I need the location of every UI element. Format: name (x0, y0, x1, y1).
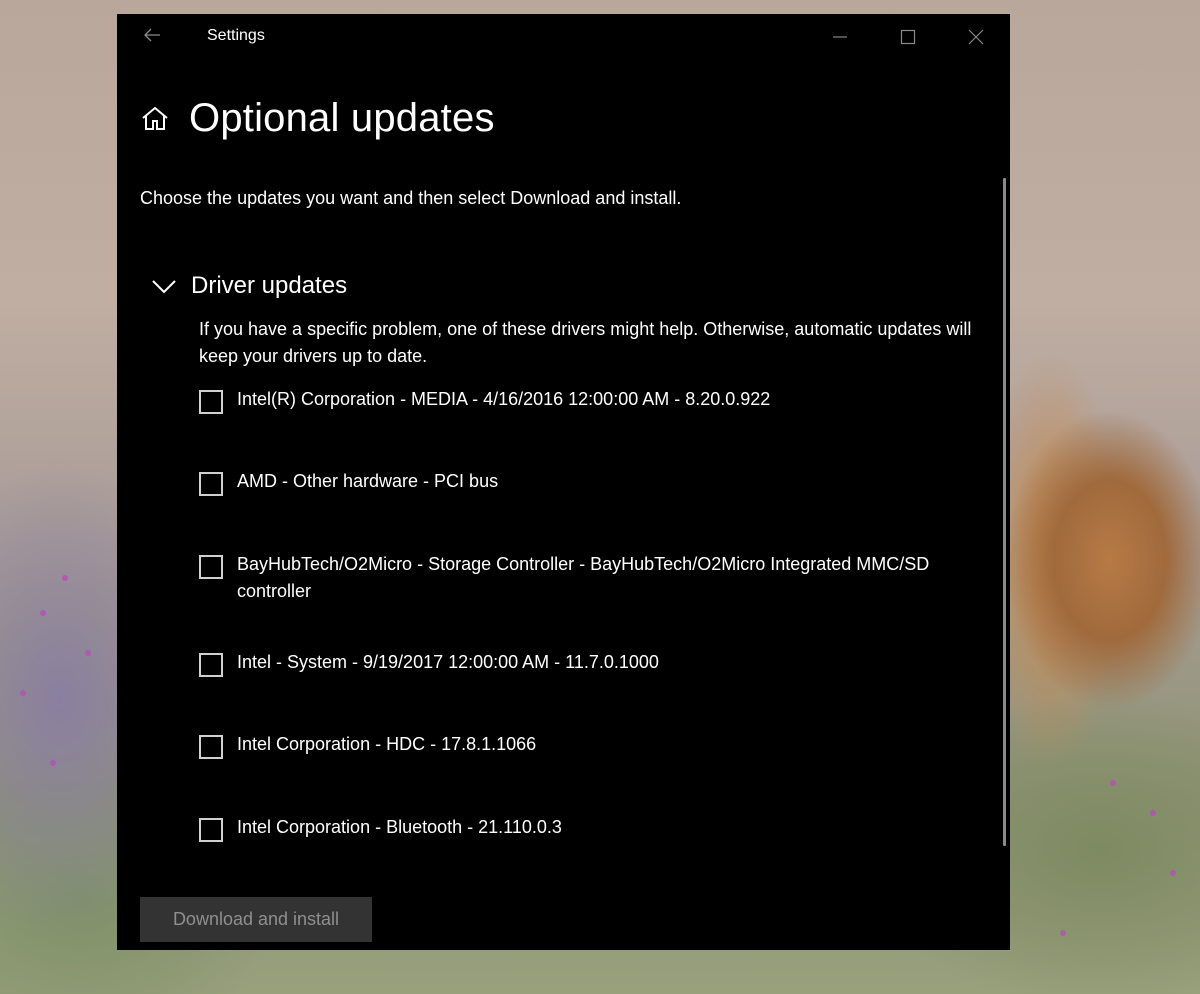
wallpaper-flower (1060, 930, 1066, 936)
driver-item[interactable]: Intel Corporation - Bluetooth - 21.110.0… (199, 814, 957, 842)
driver-label: Intel(R) Corporation - MEDIA - 4/16/2016… (237, 389, 771, 409)
driver-label: Intel - System - 9/19/2017 12:00:00 AM -… (237, 652, 659, 672)
wallpaper-flower (1110, 780, 1116, 786)
page-intro: Choose the updates you want and then sel… (140, 188, 682, 208)
chevron-down-icon (152, 280, 176, 294)
wallpaper-flower (20, 690, 26, 696)
download-and-install-button[interactable]: Download and install (140, 897, 372, 942)
back-button[interactable] (139, 24, 165, 50)
maximize-icon (900, 29, 916, 45)
arrow-left-icon (144, 28, 160, 42)
driver-label: Intel Corporation - HDC - 17.8.1.1066 (237, 734, 537, 754)
close-button[interactable] (953, 22, 999, 52)
app-title: Settings (207, 27, 265, 44)
driver-label: AMD - Other hardware - PCI bus (237, 471, 499, 491)
driver-checkbox[interactable] (199, 555, 223, 579)
page-header: Optional updates (139, 96, 495, 141)
settings-window: Settings Optional updates Choose the upd… (117, 14, 1010, 950)
driver-checkbox[interactable] (199, 818, 223, 842)
vertical-scrollbar[interactable] (1003, 178, 1006, 846)
driver-item[interactable]: Intel Corporation - HDC - 17.8.1.1066 (199, 731, 957, 759)
driver-item[interactable]: BayHubTech/O2Micro - Storage Controller … (199, 551, 957, 605)
driver-label: Intel Corporation - Bluetooth - 21.110.0… (237, 817, 562, 837)
wallpaper-flower (40, 610, 46, 616)
minimize-icon (833, 36, 847, 38)
wallpaper-flower (1150, 810, 1156, 816)
driver-updates-description: If you have a specific problem, one of t… (199, 319, 972, 366)
wallpaper-flower (62, 575, 68, 581)
driver-item[interactable]: Intel(R) Corporation - MEDIA - 4/16/2016… (199, 386, 957, 414)
minimize-button[interactable] (817, 22, 863, 52)
driver-label: BayHubTech/O2Micro - Storage Controller … (237, 554, 930, 601)
home-icon[interactable] (139, 103, 171, 135)
wallpaper-flower (50, 760, 56, 766)
driver-item[interactable]: Intel - System - 9/19/2017 12:00:00 AM -… (199, 649, 957, 677)
driver-item[interactable]: AMD - Other hardware - PCI bus (199, 468, 957, 496)
driver-updates-title: Driver updates (191, 272, 348, 299)
driver-checkbox[interactable] (199, 472, 223, 496)
wallpaper-flower (85, 650, 91, 656)
driver-updates-toggle[interactable]: Driver updates (151, 272, 347, 300)
title-bar: Settings (117, 14, 1010, 60)
close-icon (968, 29, 984, 45)
driver-checkbox[interactable] (199, 390, 223, 414)
driver-checkbox[interactable] (199, 735, 223, 759)
wallpaper-flower (1170, 870, 1176, 876)
maximize-button[interactable] (885, 22, 931, 52)
driver-checkbox[interactable] (199, 653, 223, 677)
page-title: Optional updates (189, 96, 495, 140)
